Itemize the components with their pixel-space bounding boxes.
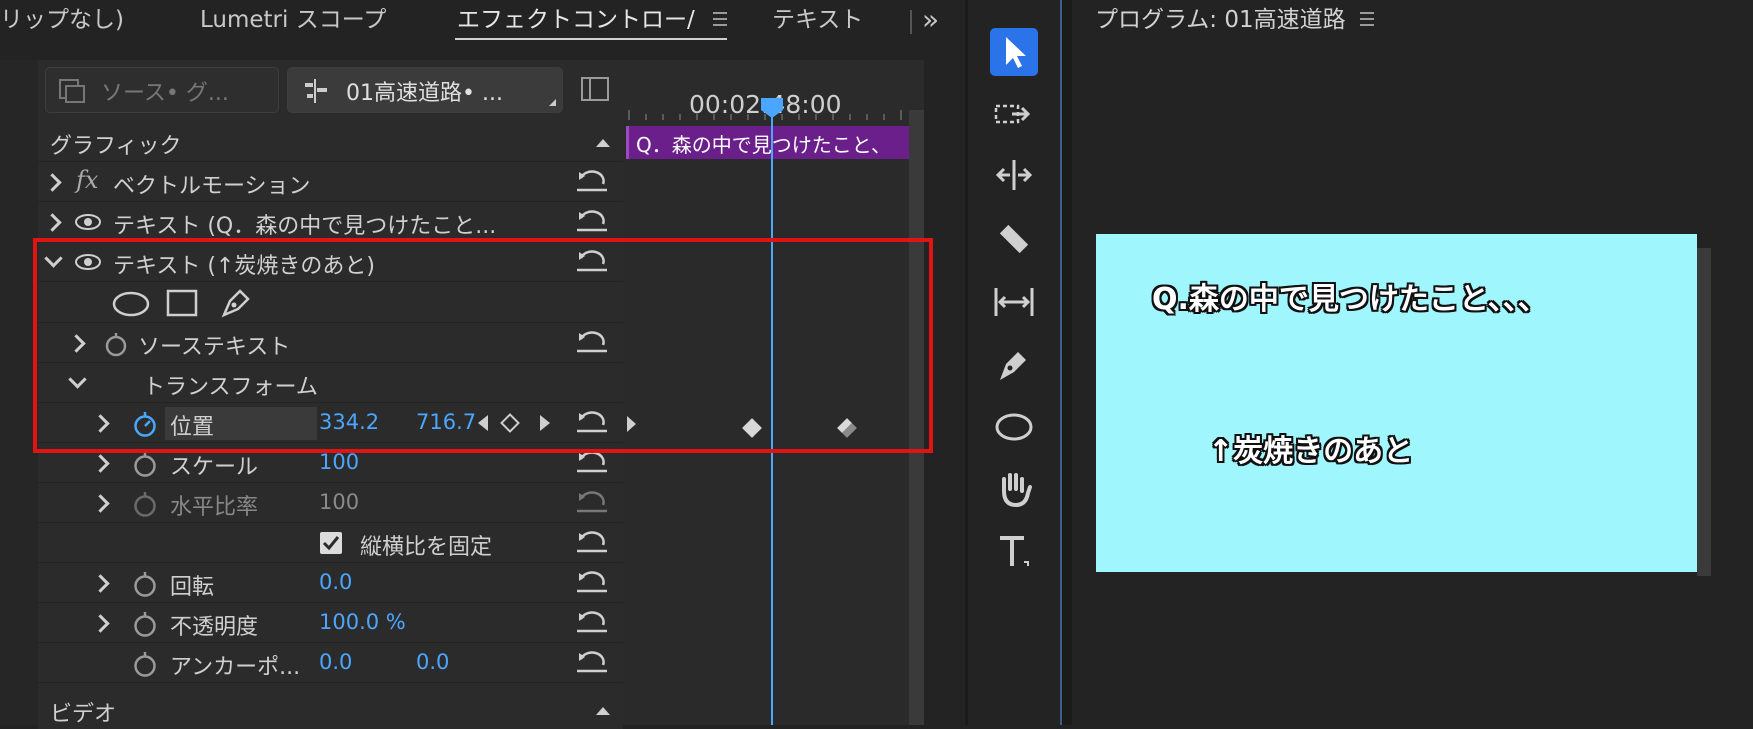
video-caption-sumiyaki[interactable]: ↑炭焼きのあと [1208, 426, 1413, 470]
effect-label: ベクトルモーション [113, 174, 311, 199]
active-tab-underline [455, 38, 727, 40]
video-frame-shadow [1697, 248, 1711, 576]
pen-icon[interactable] [990, 340, 1038, 388]
tab-source[interactable]: リップなし) [0, 0, 124, 40]
video-caption-question[interactable]: Q.森の中で見つけたこと、、、 [1152, 274, 1548, 318]
reset-icon[interactable] [575, 168, 609, 194]
reset-icon[interactable] [575, 649, 609, 675]
tabs-overflow-icon[interactable]: » [922, 0, 939, 40]
eye-icon[interactable] [74, 212, 102, 232]
clip-bar-label: Q．森の中で見つけたこと、 [636, 133, 891, 157]
section-graphic-label: グラフィック [50, 134, 182, 159]
anchor-x-value[interactable]: 0.0 [319, 650, 352, 674]
track-select-forward-icon[interactable] [990, 92, 1038, 140]
property-row-uniform-scale: 縦横比を固定 [38, 523, 623, 563]
fx-icon: fx [76, 166, 99, 194]
chevron-right-icon[interactable] [43, 213, 62, 232]
panel-separator[interactable] [1062, 0, 1072, 725]
chevron-right-icon[interactable] [91, 494, 110, 513]
slip-icon[interactable] [990, 278, 1038, 326]
reset-icon[interactable] [575, 609, 609, 635]
program-monitor-title[interactable]: プログラム: 01高速道路 [1095, 0, 1346, 40]
opacity-value[interactable]: 100.0 % [319, 610, 406, 634]
section-graphic[interactable]: グラフィック [38, 122, 623, 162]
scale-value[interactable]: 100 [319, 450, 359, 474]
reset-icon[interactable] [575, 208, 609, 234]
clip-grid-icon [59, 79, 85, 103]
section-video-label: ビデオ [50, 702, 117, 727]
panel-tab-bar: リップなし) Lumetri スコープ エフェクトコントロー/ テキスト » [0, 0, 965, 40]
tab-text[interactable]: テキスト [772, 0, 863, 40]
razor-icon[interactable] [990, 215, 1038, 263]
ellipse-icon[interactable] [990, 402, 1038, 450]
collapse-up-icon[interactable] [596, 707, 610, 715]
panel-menu-icon[interactable] [713, 12, 727, 26]
property-row-scale-width[interactable]: 水平比率 100 [38, 483, 623, 523]
property-label: アンカーポ... [170, 655, 301, 680]
property-label: 不透明度 [170, 615, 259, 640]
uniform-scale-checkbox[interactable] [319, 531, 343, 555]
property-label: 回転 [170, 575, 215, 600]
tab-effect-controls[interactable]: エフェクトコントロー/ [457, 0, 695, 40]
sequence-clip-selector[interactable]: 01高速道路• ... [287, 67, 563, 113]
chevron-right-icon[interactable] [91, 614, 110, 633]
selection-tool-icon[interactable] [990, 28, 1038, 76]
reset-icon[interactable] [575, 529, 609, 555]
hand-icon[interactable] [990, 465, 1038, 513]
tab-lumetri-scopes[interactable]: Lumetri スコープ [200, 0, 386, 40]
ripple-edit-icon[interactable] [990, 152, 1038, 200]
stopwatch-icon[interactable] [132, 650, 158, 678]
dropdown-corner-icon [549, 99, 556, 106]
property-label: スケール [170, 455, 259, 480]
effect-row-vector-motion[interactable]: fx ベクトルモーション [38, 162, 623, 202]
stopwatch-icon[interactable] [132, 450, 158, 478]
effect-row-text-q[interactable]: テキスト (Q．森の中で見つけたこと... [38, 202, 623, 242]
uniform-scale-label: 縦横比を固定 [360, 535, 493, 560]
chevron-right-icon[interactable] [43, 173, 62, 192]
collapse-up-icon[interactable] [596, 139, 610, 147]
chevron-right-icon[interactable] [91, 454, 110, 473]
source-clip-label: ソース• グ... [101, 81, 229, 106]
rotation-value[interactable]: 0.0 [319, 570, 352, 594]
property-label: 水平比率 [170, 495, 259, 520]
reset-icon[interactable] [575, 569, 609, 595]
stopwatch-icon [134, 492, 156, 517]
stopwatch-icon[interactable] [132, 610, 158, 638]
tab-divider [910, 10, 912, 34]
property-row-anchor-point[interactable]: アンカーポ... 0.0 0.0 [38, 643, 623, 683]
effect-label: テキスト (Q．森の中で見つけたこと... [113, 214, 497, 239]
program-video-frame[interactable]: Q.森の中で見つけたこと、、、 ↑炭焼きのあと [1096, 234, 1697, 572]
sequence-clip-label: 01高速道路• ... [346, 81, 503, 106]
type-icon[interactable] [990, 528, 1038, 576]
reset-icon [577, 491, 607, 513]
property-row-rotation[interactable]: 回転 0.0 [38, 563, 623, 603]
sequence-icon [305, 79, 327, 103]
stopwatch-icon[interactable] [132, 570, 158, 598]
toggle-timeline-view-icon[interactable] [580, 76, 610, 102]
anchor-y-value[interactable]: 0.0 [416, 650, 449, 674]
property-row-opacity[interactable]: 不透明度 100.0 % [38, 603, 623, 643]
chevron-right-icon[interactable] [91, 574, 110, 593]
section-video[interactable]: ビデオ [38, 690, 623, 729]
source-clip-selector[interactable]: ソース• グ... [45, 67, 279, 113]
scale-width-value: 100 [319, 490, 360, 514]
highlight-annotation [33, 238, 933, 453]
program-panel-menu-icon[interactable] [1360, 12, 1374, 26]
